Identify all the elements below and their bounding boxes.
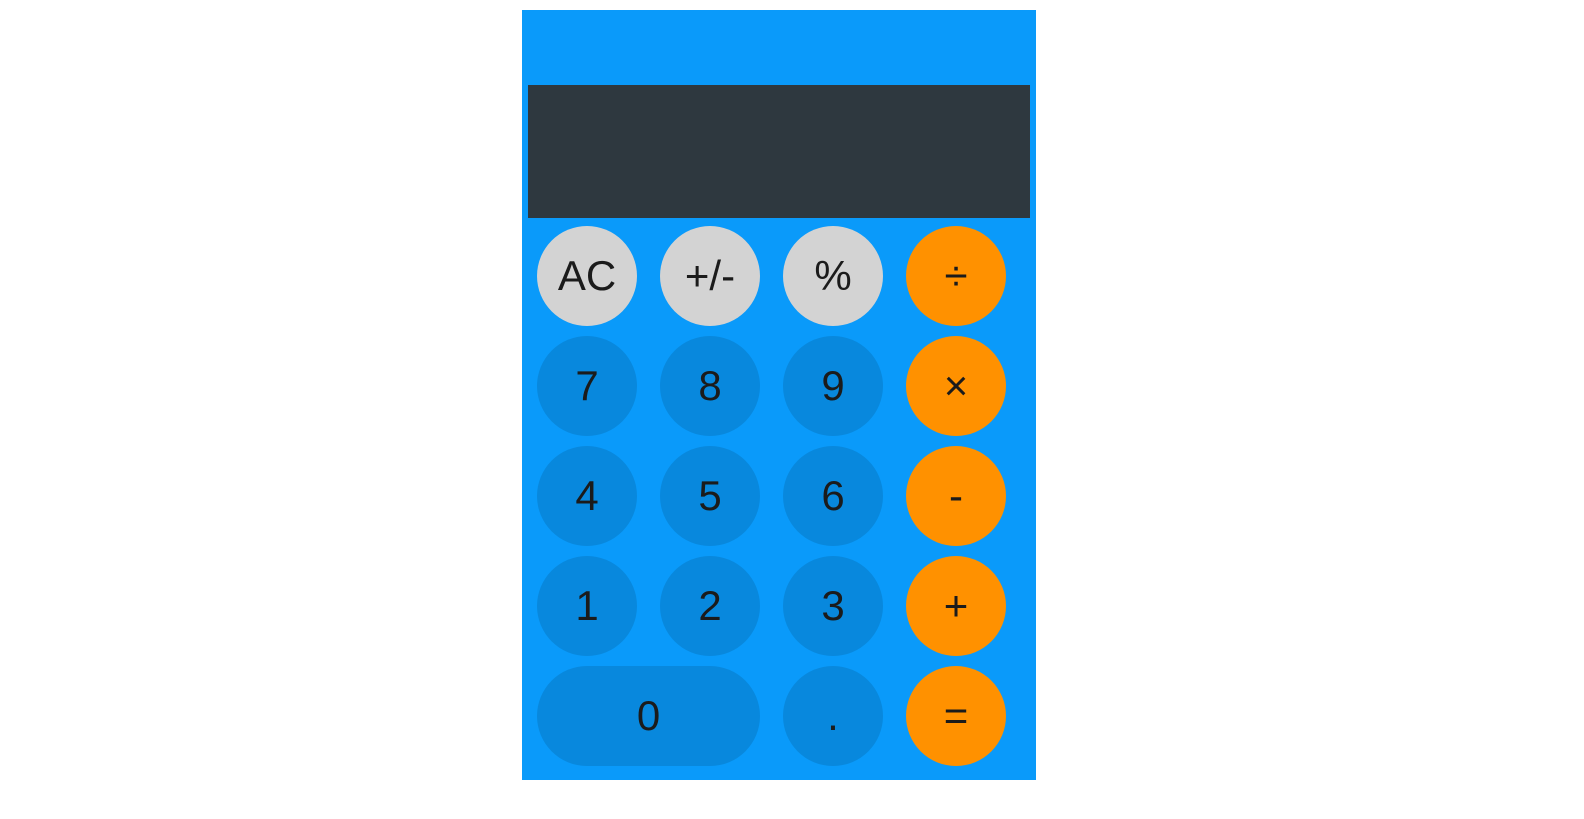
subtract-button[interactable]: - [906,446,1006,546]
digit-1-button[interactable]: 1 [537,556,637,656]
decimal-button[interactable]: . [783,666,883,766]
digit-3-button[interactable]: 3 [783,556,883,656]
multiply-button[interactable]: × [906,336,1006,436]
digit-0-button[interactable]: 0 [537,666,760,766]
digit-5-button[interactable]: 5 [660,446,760,546]
sign-toggle-button[interactable]: +/- [660,226,760,326]
digit-2-button[interactable]: 2 [660,556,760,656]
percent-button[interactable]: % [783,226,883,326]
divide-button[interactable]: ÷ [906,226,1006,326]
display-screen [528,85,1030,218]
add-button[interactable]: + [906,556,1006,656]
digit-6-button[interactable]: 6 [783,446,883,546]
calculator: AC +/- % ÷ 7 8 9 × 4 5 6 - 1 2 3 + 0 . = [522,10,1036,780]
digit-8-button[interactable]: 8 [660,336,760,436]
digit-4-button[interactable]: 4 [537,446,637,546]
digit-9-button[interactable]: 9 [783,336,883,436]
clear-button[interactable]: AC [537,226,637,326]
digit-7-button[interactable]: 7 [537,336,637,436]
equals-button[interactable]: = [906,666,1006,766]
